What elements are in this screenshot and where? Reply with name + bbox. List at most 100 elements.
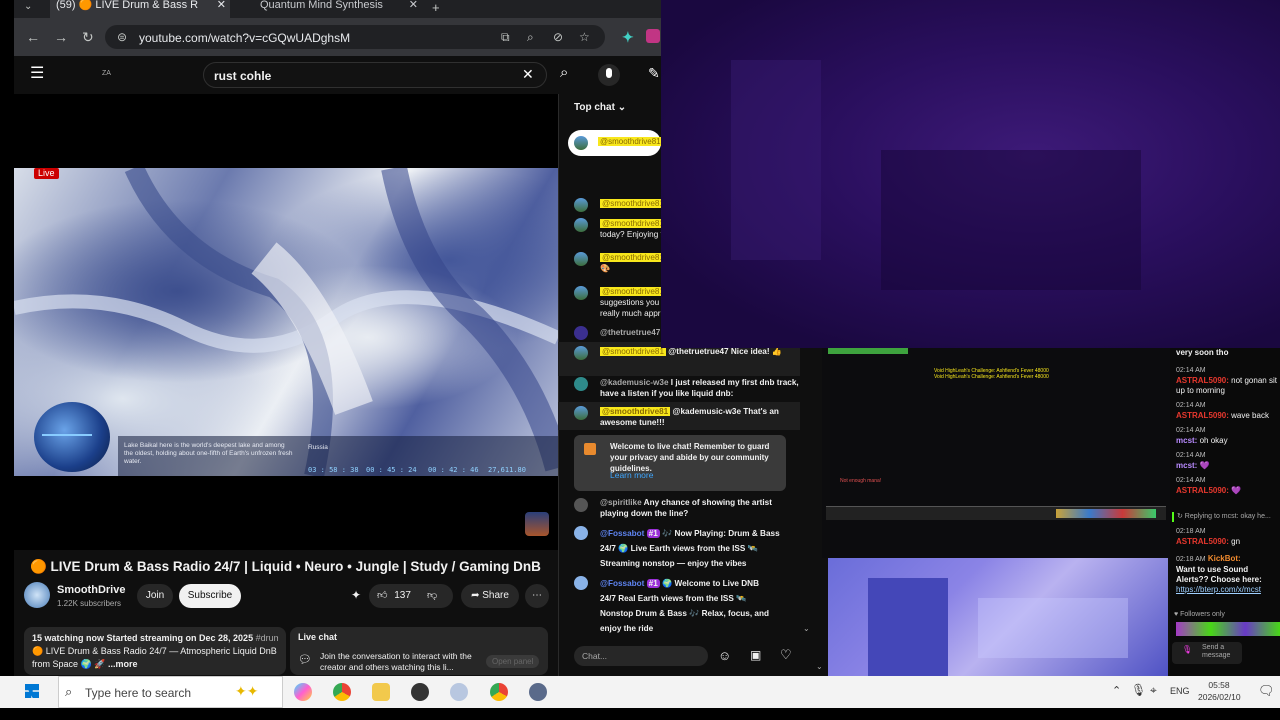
youtube-logo[interactable]: ZA [102, 70, 111, 77]
chat-user[interactable]: @kademusic-w3e [600, 378, 669, 387]
file-explorer-icon[interactable] [372, 683, 390, 701]
language-indicator[interactable]: ENG [1170, 686, 1190, 696]
bot-message: 02:18 AM KickBot: Want to use Sound Aler… [1176, 554, 1278, 595]
menu-icon[interactable]: ☰ [30, 66, 44, 82]
search-input[interactable]: rust cohle ✕ [203, 62, 547, 88]
share-label: Share [482, 590, 509, 601]
like-count[interactable]: 137 [394, 590, 411, 601]
live-chat-prompt: Join the conversation to interact with t… [320, 651, 472, 672]
open-panel-button[interactable]: Open panel [486, 655, 540, 668]
chat-input-placeholder: Chat... [582, 651, 608, 661]
windows-start-icon[interactable] [25, 684, 39, 698]
install-app-icon[interactable]: ⧉ [501, 30, 510, 44]
like-icon[interactable]: 👍︎ [377, 590, 387, 601]
avatar [574, 377, 588, 391]
description-box[interactable]: 15 watching now Started streaming on Dec… [24, 627, 286, 675]
chat-user[interactable]: @Fossabot [600, 579, 644, 588]
hashtag-link[interactable]: #drum [256, 633, 278, 643]
overlay-description: Lake Baikal here is the world's deepest … [124, 442, 293, 465]
chevron-down-icon: ⌄ [617, 102, 627, 113]
microphone-icon[interactable]: 🎙︎ [1131, 683, 1146, 697]
back-icon[interactable]: ← [26, 30, 40, 44]
taskbar-search[interactable]: ⌕ Type here to search ✦✦ [58, 676, 283, 708]
search-icon[interactable]: ⌕ [560, 65, 568, 80]
pinned-message[interactable]: @smoothdrive81 [568, 130, 663, 156]
tab-active[interactable]: (59) 🟠 LIVE Drum & Bass R ✕ [50, 0, 230, 18]
tab-close-icon[interactable]: ✕ [217, 0, 226, 11]
stream-chat: very soon tho 02:14 AM ASTRAL5090: not g… [1170, 348, 1280, 676]
chat-user[interactable]: @smoothdrive81 [600, 199, 667, 208]
voice-search-icon[interactable] [598, 64, 620, 86]
channel-watermark-icon[interactable] [525, 512, 549, 536]
show-hidden-icons[interactable]: ⌃ [1112, 684, 1121, 697]
app-icon[interactable] [529, 683, 547, 701]
search-icon: ⌕ [65, 684, 73, 699]
light-shape [978, 598, 1128, 658]
chat-user[interactable]: @thetruetrue47 [600, 328, 660, 337]
new-tab-icon[interactable]: + [432, 1, 440, 15]
network-icon[interactable]: ⌖ [1150, 683, 1157, 698]
learn-more-link[interactable]: Learn more [610, 470, 653, 480]
chat-user[interactable]: @spiritlike [600, 498, 642, 507]
clock[interactable]: 05:58 2026/02/10 [1198, 679, 1241, 703]
eye-off-icon[interactable]: ⊘ [553, 30, 563, 44]
sparkle-icon[interactable]: ✦ [351, 588, 361, 602]
share-button[interactable]: ➦ Share [461, 584, 519, 608]
chat-user[interactable]: @Fossabot [600, 529, 644, 538]
dark-shape [731, 60, 821, 260]
stream-chat-input[interactable]: 🎙︎ Send a message [1172, 642, 1242, 664]
subscribe-button[interactable]: Subscribe [179, 584, 241, 608]
reload-icon[interactable]: ↻ [82, 30, 94, 44]
extension-icon[interactable]: ✦ [622, 30, 634, 44]
notification-icon[interactable]: 🗨︎ [1258, 683, 1275, 699]
copilot-icon[interactable] [294, 683, 312, 701]
stat-value: 00 : 42 : 46 [428, 466, 479, 474]
like-dislike-group: 👍︎ 137 👎︎ [369, 584, 453, 608]
zoom-icon[interactable]: ⌕ [527, 30, 534, 44]
globe-icon [34, 402, 110, 472]
emoji-icon[interactable]: ☺ [718, 648, 731, 663]
stat-value: 00 : 45 : 24 [366, 466, 417, 474]
purple-stream-view [661, 0, 1280, 348]
tab-search-icon[interactable]: ⌄ [24, 0, 32, 14]
tab-inactive[interactable]: Quantum Mind Synthesis ✕ [242, 0, 422, 18]
chat-text: suggestions you really much appr [600, 298, 661, 318]
chrome-icon[interactable] [333, 683, 351, 701]
avatar [574, 346, 588, 360]
sound-alerts-link[interactable]: https://bterp.com/x/mcst [1176, 585, 1278, 595]
extension-icon-2[interactable] [646, 29, 660, 43]
forward-icon[interactable]: → [54, 30, 68, 44]
create-icon[interactable]: ✎ [648, 66, 660, 80]
welcome-card: Welcome to live chat! Remember to guard … [574, 435, 786, 491]
app-icon[interactable] [450, 683, 468, 701]
emote-icon[interactable]: 🎙︎ [1182, 645, 1192, 655]
more-actions-button[interactable]: ⋯ [525, 584, 549, 608]
chat-user[interactable]: @smoothdrive81 [600, 253, 667, 262]
heart-icon[interactable]: ♡ [780, 647, 792, 663]
clear-search-icon[interactable]: ✕ [522, 67, 534, 81]
scroll-down-icon[interactable]: ⌄ [816, 662, 823, 671]
url-text[interactable]: youtube.com/watch?v=cGQwUADghsM [139, 31, 350, 45]
chrome-profile-icon[interactable] [490, 683, 508, 701]
screen-edge [0, 0, 14, 676]
chat-user[interactable]: @smoothdrive81 [600, 407, 671, 416]
channel-name[interactable]: SmoothDrive [57, 584, 125, 596]
subscriber-count: 1.22K subscribers [57, 599, 122, 608]
chat-user[interactable]: @smoothdrive81 [600, 347, 667, 356]
dislike-icon[interactable]: 👎︎ [427, 584, 437, 608]
chat-user[interactable]: @smoothdrive81 [600, 219, 667, 228]
super-chat-icon[interactable]: ▣ [750, 648, 761, 662]
tab-close-icon[interactable]: ✕ [409, 0, 418, 11]
omnibox[interactable]: ⊜ youtube.com/watch?v=cGQwUADghsM ⧉ ⌕ ⊘ … [105, 25, 605, 49]
chat-user[interactable]: @smoothdrive81 [600, 287, 667, 296]
top-chat-dropdown[interactable]: Top chat ⌄ [574, 102, 626, 113]
join-button[interactable]: Join [137, 584, 173, 608]
channel-avatar[interactable] [24, 582, 50, 608]
bookmark-star-icon[interactable]: ☆ [579, 30, 590, 44]
game-chat: Not enough mana! [840, 478, 882, 484]
chat-input[interactable]: Chat... [574, 646, 708, 666]
show-more-link[interactable]: ...more [108, 659, 138, 669]
scroll-down-icon[interactable]: ⌄ [803, 624, 810, 633]
site-info-icon[interactable]: ⊜ [117, 30, 127, 44]
obs-icon[interactable] [411, 683, 429, 701]
